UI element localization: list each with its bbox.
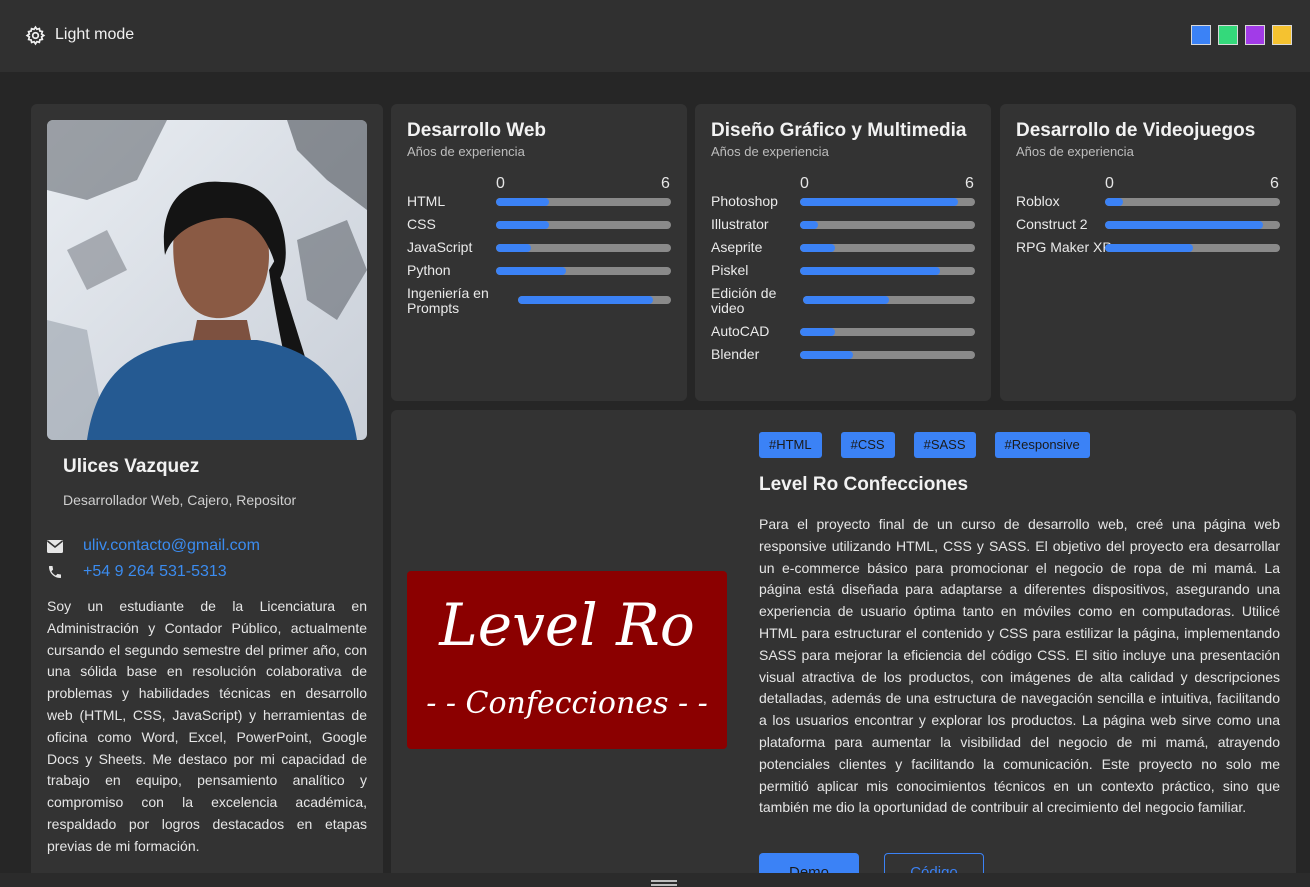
skill-card-title: Diseño Gráfico y Multimedia (711, 120, 967, 141)
gear-icon (25, 25, 46, 45)
phone-link[interactable]: +54 9 264 531-5313 (83, 563, 227, 581)
theme-color-picker (1191, 25, 1292, 45)
phone-contact: +54 9 264 531-5313 (47, 563, 227, 581)
skill-card-2: Diseño Gráfico y Multimedia Años de exper… (695, 104, 991, 401)
skill-label: Edición de video (711, 285, 777, 316)
skill-bar-fill (800, 267, 940, 275)
skill-bar-fill (518, 296, 654, 304)
profile-name: Ulices Vazquez (63, 456, 200, 477)
skill-card-1: Desarrollo Web Años de experiencia 0 6 HTML C… (391, 104, 687, 401)
skill-bar (496, 198, 671, 206)
skill-bar-fill (1105, 244, 1193, 252)
skill-bar-fill (496, 221, 549, 229)
skill-bar (800, 198, 975, 206)
project-tags: #HTML #CSS #SASS #Responsive (759, 432, 1090, 458)
project-tag[interactable]: #HTML (759, 432, 822, 458)
skill-bar (518, 296, 671, 304)
skill-bar (803, 296, 975, 304)
skill-card-subtitle: Años de experiencia (711, 144, 829, 159)
skill-bar (496, 221, 671, 229)
skill-bar-fill (800, 244, 835, 252)
project-logo: Level Ro - - Confecciones - - (407, 571, 727, 749)
skill-bar-fill (496, 244, 531, 252)
skill-bar (800, 244, 975, 252)
skill-bar-fill (496, 198, 549, 206)
skill-card-3: Desarrollo de Videojuegos Años de experie… (1000, 104, 1296, 401)
skill-label: Ingeniería en Prompts (407, 285, 489, 316)
skill-bar-fill (800, 351, 853, 359)
logo-line1: Level Ro (438, 591, 695, 659)
project-description: Para el proyecto final de un curso de de… (759, 516, 1280, 816)
project-tag[interactable]: #CSS (840, 432, 895, 458)
project-tag[interactable]: #Responsive (994, 432, 1090, 458)
phone-icon (47, 564, 83, 580)
axis-max-label: 6 (1270, 175, 1279, 192)
skill-card-title: Desarrollo de Videojuegos (1016, 120, 1256, 141)
skill-card-subtitle: Años de experiencia (1016, 144, 1134, 159)
theme-swatch-1[interactable] (1191, 25, 1211, 45)
skill-bar (1105, 198, 1280, 206)
skill-bar (496, 244, 671, 252)
skill-bar (1105, 244, 1280, 252)
skill-bar (496, 267, 671, 275)
skill-bar-fill (800, 221, 818, 229)
menu-handle-icon[interactable] (651, 880, 677, 887)
profile-card: Ulices Vazquez Desarrollador Web, Cajero… (31, 104, 383, 887)
skill-bar-fill (800, 328, 835, 336)
skill-bar-fill (800, 198, 958, 206)
axis-max-label: 6 (965, 175, 974, 192)
email-link[interactable]: uliv.contacto@gmail.com (83, 537, 260, 555)
project-tag[interactable]: #SASS (913, 432, 976, 458)
theme-swatch-4[interactable] (1272, 25, 1292, 45)
skill-card-title: Desarrollo Web (407, 120, 547, 141)
axis-min-label: 0 (1105, 175, 1114, 192)
profile-role: Desarrollador Web, Cajero, Repositor (63, 492, 297, 508)
skill-bar (800, 221, 975, 229)
axis-min-label: 0 (800, 175, 809, 192)
envelope-icon (47, 539, 83, 553)
top-bar: Light mode (0, 0, 1310, 72)
logo-line2: - - Confecciones - - (426, 686, 708, 721)
project-title: Level Ro Confecciones (759, 474, 969, 495)
skill-bar-fill (1105, 198, 1123, 206)
project-card: Level Ro - - Confecciones - - #HTML #CSS #… (391, 410, 1296, 887)
skill-bar (800, 267, 975, 275)
light-mode-toggle[interactable]: Light mode (25, 24, 134, 46)
profile-about: Soy un estudiante de la Licenciatura en … (47, 598, 367, 854)
axis-max-label: 6 (661, 175, 670, 192)
light-mode-label: Light mode (55, 26, 135, 43)
skill-bar-fill (496, 267, 566, 275)
profile-photo (47, 120, 367, 440)
skill-card-subtitle: Años de experiencia (407, 144, 525, 159)
theme-swatch-3[interactable] (1245, 25, 1265, 45)
axis-min-label: 0 (496, 175, 505, 192)
skill-bar-fill (1105, 221, 1263, 229)
email-contact: uliv.contacto@gmail.com (47, 537, 260, 555)
skill-bar (1105, 221, 1280, 229)
skill-bar (800, 328, 975, 336)
skill-bar (800, 351, 975, 359)
theme-swatch-2[interactable] (1218, 25, 1238, 45)
skill-bar-fill (803, 296, 889, 304)
